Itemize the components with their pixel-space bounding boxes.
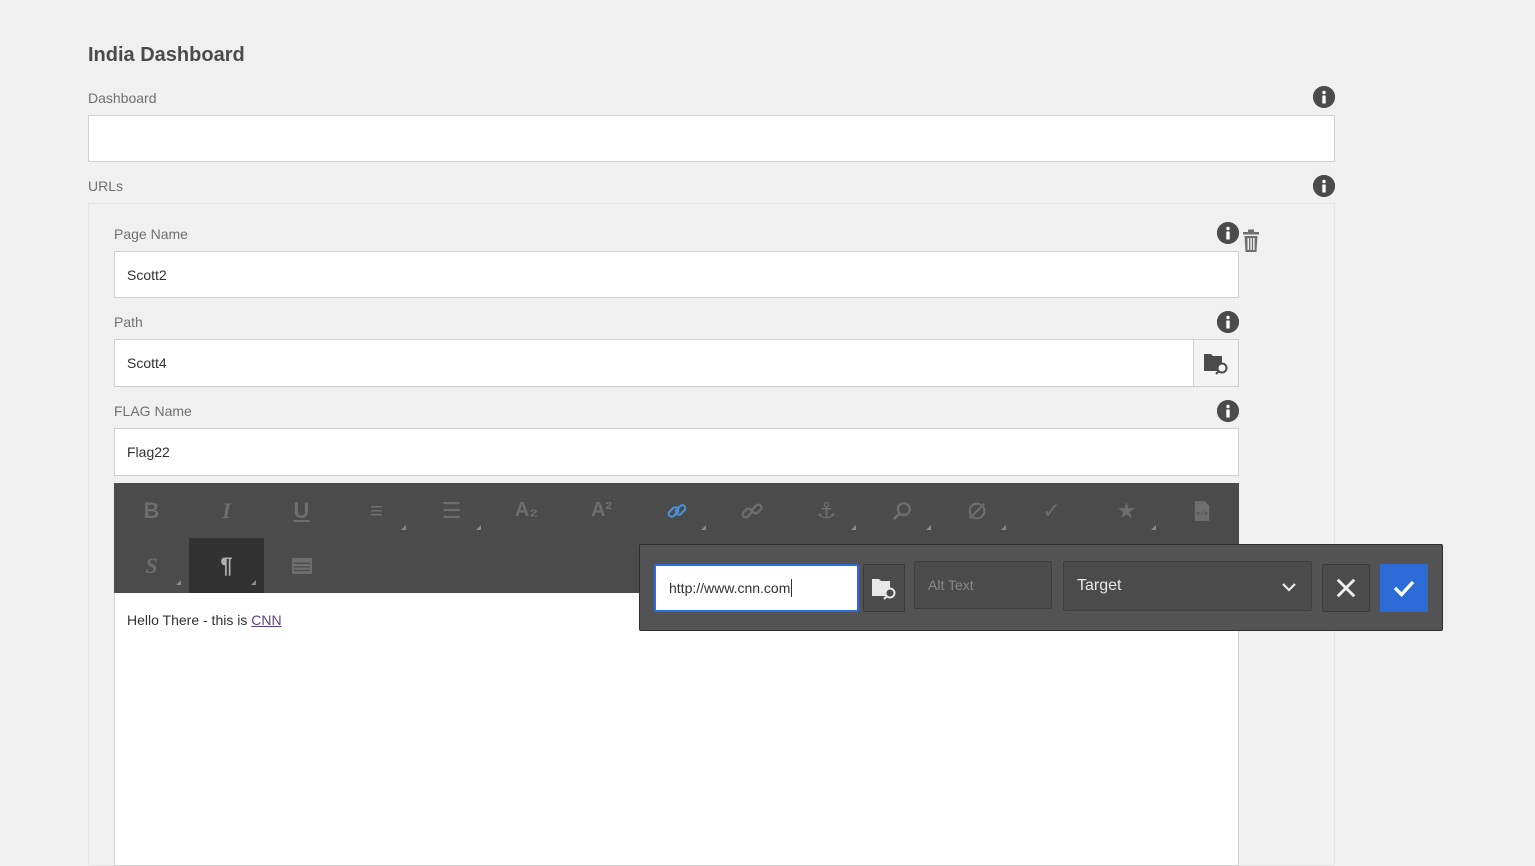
folder-search-icon — [872, 579, 896, 600]
unlink-icon — [740, 502, 763, 519]
path-browse-button[interactable] — [1193, 340, 1238, 386]
dashboard-input[interactable] — [88, 115, 1335, 162]
page-name-input[interactable]: Scott2 — [114, 251, 1239, 298]
folder-search-icon — [1204, 354, 1228, 375]
urls-info-icon[interactable] — [1313, 175, 1335, 197]
superscript-icon: A² — [590, 499, 613, 521]
list-button[interactable]: ☰ — [414, 483, 489, 538]
check-button[interactable]: ✓ — [1014, 483, 1089, 538]
source-edit-icon: </> — [1194, 500, 1209, 521]
italic-button[interactable]: I — [189, 483, 264, 538]
justify-button[interactable]: ≡ — [339, 483, 414, 538]
flag-name-input[interactable]: Flag22 — [114, 428, 1239, 476]
strikethrough-icon: S — [145, 552, 158, 578]
subscript-icon: A₂ — [514, 499, 539, 521]
flag-name-label: FLAG Name — [114, 403, 192, 419]
special-chars-button[interactable]: ★ — [1089, 483, 1164, 538]
editor-link[interactable]: CNN — [251, 612, 281, 628]
table-button[interactable] — [264, 538, 339, 593]
link-url-input[interactable]: http://www.cnn.com — [654, 564, 859, 612]
path-label: Path — [114, 314, 143, 330]
target-select[interactable]: Target — [1063, 561, 1312, 611]
path-input[interactable]: Scott4 — [114, 339, 1239, 387]
flag-name-info-icon[interactable] — [1217, 400, 1239, 422]
subscript-button[interactable]: A₂ — [489, 483, 564, 538]
unlink-button[interactable] — [714, 483, 789, 538]
urls-label: URLs — [88, 178, 124, 194]
apply-button[interactable] — [1380, 564, 1428, 612]
bold-button[interactable]: B — [114, 483, 189, 538]
page-name-label: Page Name — [114, 226, 188, 242]
link-url-value: http://www.cnn.com — [669, 580, 791, 596]
star-icon: ★ — [1116, 497, 1137, 523]
alt-text-input[interactable]: Alt Text — [914, 561, 1052, 609]
link-dialog: http://www.cnn.com Alt Text Target — [639, 544, 1443, 631]
list-icon: ☰ — [441, 497, 462, 523]
page-title: India Dashboard — [88, 44, 245, 66]
paragraph-button[interactable]: ¶ — [189, 538, 264, 593]
spellcheck-icon — [968, 502, 985, 519]
link-browse-button[interactable] — [863, 564, 905, 612]
close-icon — [1336, 578, 1356, 598]
table-icon — [291, 557, 312, 574]
trash-icon[interactable] — [1240, 229, 1262, 253]
cancel-button[interactable] — [1322, 564, 1370, 612]
source-edit-button[interactable]: </> — [1164, 483, 1239, 538]
superscript-button[interactable]: A² — [564, 483, 639, 538]
find-icon — [892, 501, 911, 520]
page-name-info-icon[interactable] — [1217, 222, 1239, 244]
target-value: Target — [1077, 577, 1122, 594]
find-button[interactable] — [864, 483, 939, 538]
path-info-icon[interactable] — [1217, 311, 1239, 333]
dashboard-label: Dashboard — [88, 90, 157, 106]
path-value: Scott4 — [127, 355, 167, 371]
link-button[interactable] — [639, 483, 714, 538]
alt-text-placeholder: Alt Text — [928, 577, 974, 593]
paragraph-icon: ¶ — [220, 552, 233, 578]
bold-icon: B — [143, 497, 160, 523]
anchor-button[interactable]: ⚓ — [789, 483, 864, 538]
spellcheck-button[interactable] — [939, 483, 1014, 538]
underline-icon: U — [293, 497, 310, 523]
anchor-icon: ⚓ — [816, 497, 837, 523]
check-icon: ✓ — [1042, 497, 1061, 523]
editor-text: Hello There - this is — [127, 612, 252, 628]
link-icon — [667, 503, 686, 518]
strikethrough-button[interactable]: S — [114, 538, 189, 593]
underline-button[interactable]: U — [264, 483, 339, 538]
checkmark-icon — [1393, 580, 1415, 597]
dashboard-info-icon[interactable] — [1313, 86, 1335, 108]
svg-text:</>: </> — [1196, 510, 1208, 517]
justify-icon: ≡ — [370, 497, 383, 523]
rich-text-editor[interactable]: Hello There - this is CNN — [114, 593, 1239, 866]
chevron-down-icon — [1282, 583, 1296, 592]
italic-icon: I — [222, 497, 231, 523]
